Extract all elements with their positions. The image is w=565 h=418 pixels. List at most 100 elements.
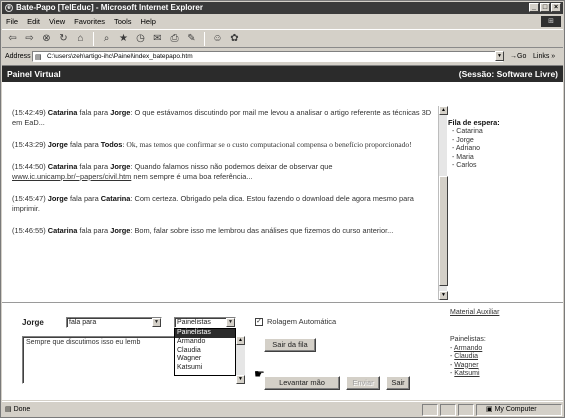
message-scrollbar[interactable]: ▲ ▼	[236, 336, 245, 384]
dropdown-option[interactable]: Painelistas	[175, 329, 235, 338]
edit-icon[interactable]: ✎	[185, 32, 198, 45]
checkbox-icon[interactable]: ✓	[255, 317, 263, 326]
message-recipient: Catarina	[100, 194, 131, 203]
material-auxiliar-link[interactable]: Material Auxiliar	[450, 309, 499, 316]
scroll-up-icon[interactable]: ▲	[236, 336, 245, 345]
ie-icon: e	[5, 4, 13, 12]
quit-button[interactable]: Sair	[386, 376, 410, 390]
go-label: Go	[517, 53, 527, 60]
status-cell	[422, 404, 438, 416]
history-icon[interactable]: ◷	[134, 32, 147, 45]
message-sender: Catarina	[47, 108, 78, 117]
stop-icon[interactable]: ⊗	[40, 32, 53, 45]
search-icon[interactable]: ⌕	[100, 32, 113, 45]
painelista-link[interactable]: Wagner	[454, 362, 478, 369]
queue-item: - Jorge	[452, 136, 474, 144]
scroll-down-icon[interactable]: ▼	[236, 375, 245, 384]
address-label: Address	[5, 53, 31, 60]
discuss-icon[interactable]: ☺	[211, 32, 224, 45]
menu-favorites[interactable]: Favorites	[74, 15, 105, 28]
menu-help[interactable]: Help	[141, 15, 156, 28]
links-button[interactable]: Links »	[533, 49, 555, 64]
dropdown-option[interactable]: Katsumi	[175, 364, 235, 373]
message-sender: Catarina	[47, 226, 78, 235]
chat-scrollbar[interactable]: ▲ ▼	[438, 106, 448, 300]
target-value: Painelistas	[177, 319, 211, 326]
home-icon[interactable]: ⌂	[74, 32, 87, 45]
menu-view[interactable]: View	[49, 15, 65, 28]
menu-edit[interactable]: Edit	[27, 15, 40, 28]
waiting-queue: Fila de espera: - Catarina - Jorge - Adr…	[448, 106, 563, 171]
chat-message: (15:45:47) Jorge fala para Catarina: Com…	[12, 194, 432, 214]
message-sender: Catarina	[47, 162, 78, 171]
chat-log: (15:42:49) Catarina fala para Jorge: O q…	[12, 108, 432, 248]
scroll-down-icon[interactable]: ▼	[439, 291, 448, 300]
chat-message: (15:44:50) Catarina fala para Jorge: Qua…	[12, 162, 432, 182]
painelistas-heading: Painelistas:	[450, 336, 486, 343]
back-icon[interactable]: ⇦	[6, 32, 19, 45]
speak-mode-select[interactable]: fala para ▼	[66, 317, 162, 328]
address-dropdown-icon[interactable]: ▼	[495, 51, 504, 61]
auto-scroll-label: Rolagem Automática	[267, 317, 337, 326]
auto-scroll-checkbox[interactable]: ✓ Rolagem Automática	[255, 317, 336, 326]
print-icon[interactable]: ⎙	[168, 32, 181, 45]
window-title: Bate-Papo [TelEduc] - Microsoft Internet…	[16, 3, 203, 12]
scroll-thumb[interactable]	[439, 176, 448, 286]
mail-icon[interactable]: ✉	[151, 32, 164, 45]
dropdown-option[interactable]: Claudia	[175, 347, 235, 356]
raise-hand-button[interactable]: Levantar mão	[264, 376, 340, 390]
target-select[interactable]: Painelistas ▼	[174, 317, 236, 328]
toolbar-separator	[93, 31, 94, 46]
send-button[interactable]: Enviar	[346, 376, 380, 390]
title-bar: e Bate-Papo [TelEduc] - Microsoft Intern…	[2, 2, 563, 14]
painelistas-list: Painelistas: - Armando - Claudia - Wagne…	[450, 336, 486, 377]
message-time: (15:42:49)	[12, 108, 46, 117]
scroll-up-icon[interactable]: ▲	[439, 106, 448, 115]
painelista-link[interactable]: Claudia	[454, 353, 478, 360]
message-recipient: Jorge	[110, 162, 131, 171]
exit-queue-button[interactable]: Sair da fila	[264, 338, 316, 352]
message-text: : Ok, mas temos que confirmar se o custo…	[122, 140, 412, 149]
painelista-link[interactable]: Katsumi	[454, 370, 479, 377]
chat-message: (15:46:55) Catarina fala para Jorge: Bom…	[12, 226, 432, 236]
zone-label: ▣ My Computer	[486, 406, 537, 413]
dropdown-option[interactable]: Armando	[175, 338, 235, 347]
favorites-icon[interactable]: ★	[117, 32, 130, 45]
queue-item: - Adriano	[452, 145, 481, 152]
menu-bar: File Edit View Favorites Tools Help ⊞	[2, 15, 563, 28]
status-done: Done	[13, 406, 31, 413]
message-verb: fala para	[79, 226, 109, 235]
minimize-button[interactable]: _	[529, 3, 539, 12]
menu-file[interactable]: File	[6, 15, 18, 28]
panel-header: Painel Virtual (Sessão: Software Livre)	[2, 66, 563, 82]
message-text: : Quando falamos nisso não podemos deixa…	[130, 162, 333, 171]
message-sender: Jorge	[47, 140, 68, 149]
queue-item: - Maria	[452, 153, 474, 161]
page-icon: ▤	[35, 54, 42, 61]
messenger-icon[interactable]: ✿	[228, 32, 241, 45]
forward-icon[interactable]: ⇨	[23, 32, 36, 45]
page-content: Painel Virtual (Sessão: Software Livre) …	[2, 65, 563, 400]
message-time: (15:45:47)	[12, 194, 46, 203]
message-recipient: Jorge	[110, 108, 131, 117]
address-bar: Address ▤ C:\users\zeh\artigo-ihc\Painel…	[2, 49, 563, 64]
message-time: (15:46:55)	[12, 226, 46, 235]
menu-tools[interactable]: Tools	[114, 15, 132, 28]
target-dropdown-list[interactable]: Painelistas Armando Claudia Wagner Katsu…	[174, 328, 236, 376]
go-button[interactable]: →Go	[510, 49, 526, 64]
maximize-button[interactable]: □	[540, 3, 550, 12]
close-button[interactable]: ×	[551, 3, 561, 12]
painelista-link[interactable]: Armando	[454, 345, 482, 352]
message-link[interactable]: www.ic.unicamp.br/~papers/civil.htm	[12, 172, 131, 181]
toolbar-separator	[204, 31, 205, 46]
queue-item: - Carlos	[452, 162, 477, 169]
chevron-down-icon[interactable]: ▼	[226, 318, 235, 327]
address-input[interactable]: ▤ C:\users\zeh\artigo-ihc\Painel\index_b…	[32, 51, 503, 62]
divider	[2, 302, 563, 303]
message-sender: Jorge	[47, 194, 68, 203]
refresh-icon[interactable]: ↻	[57, 32, 70, 45]
address-value: C:\users\zeh\artigo-ihc\Painel\index_bat…	[47, 53, 193, 60]
message-verb: fala para	[69, 140, 99, 149]
chevron-down-icon[interactable]: ▼	[152, 318, 161, 327]
dropdown-option[interactable]: Wagner	[175, 355, 235, 364]
